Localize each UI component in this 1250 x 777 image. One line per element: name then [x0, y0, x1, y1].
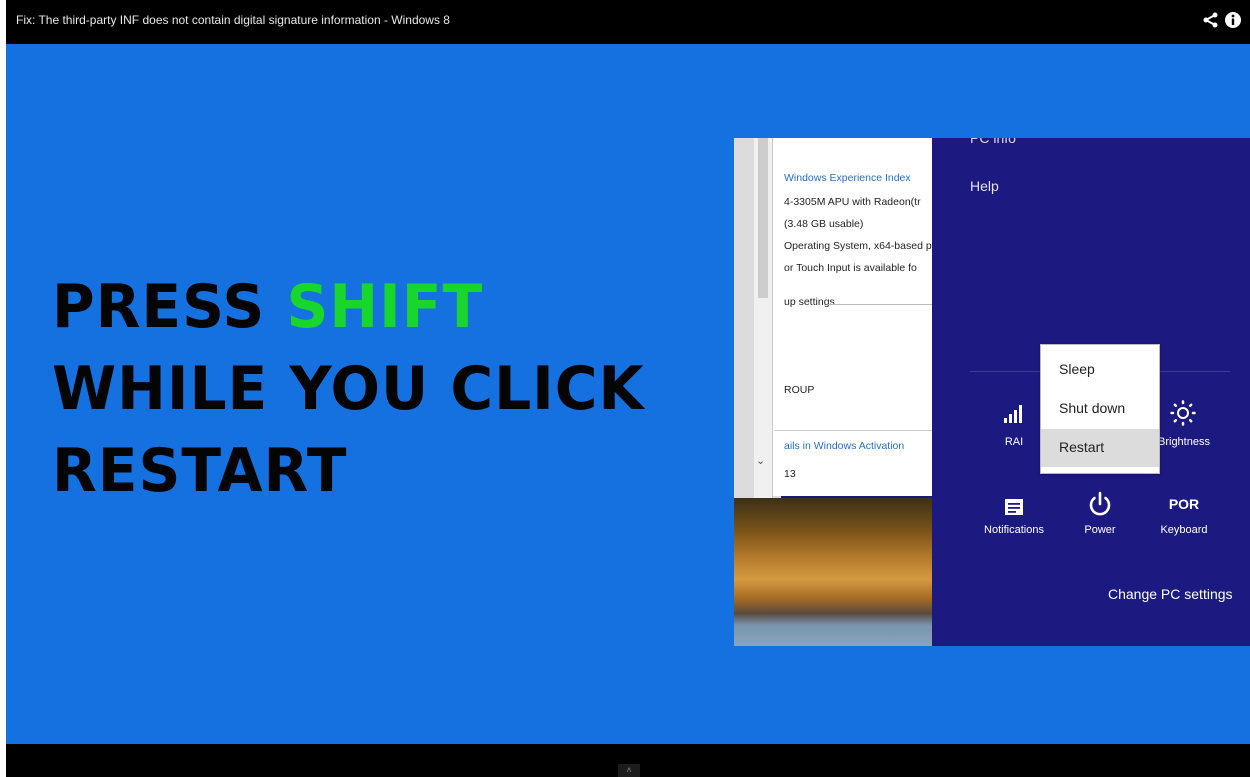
pc-info-link[interactable]: PC info: [970, 138, 1016, 146]
video-player: Fix: The third-party INF does not contai…: [6, 0, 1250, 777]
power-icon[interactable]: [1087, 490, 1113, 518]
pen-touch-value: or Touch Input is available fo: [784, 262, 917, 274]
sleep-menu-item[interactable]: Sleep: [1041, 351, 1159, 389]
keyboard-label: Keyboard: [1160, 524, 1208, 536]
help-link[interactable]: Help: [970, 178, 999, 194]
windows-screenshot: ⌄ Windows Experience Index 4-3305M APU w…: [734, 138, 1250, 646]
scrollbar-thumb[interactable]: [758, 138, 768, 298]
signal-icon[interactable]: [1002, 402, 1026, 424]
network-label: RAI: [1004, 436, 1024, 448]
headline-shift: SHIFT: [286, 272, 484, 342]
video-title[interactable]: Fix: The third-party INF does not contai…: [16, 13, 450, 27]
product-id-value: 13: [784, 468, 796, 480]
group-divider: [828, 304, 932, 305]
change-pc-settings-link[interactable]: Change PC settings: [1108, 586, 1233, 602]
title-bar: Fix: The third-party INF does not contai…: [6, 0, 1250, 44]
headline-line-1: PRESS SHIFT: [52, 272, 483, 342]
power-menu: Sleep Shut down Restart: [1040, 344, 1160, 474]
restart-menu-item[interactable]: Restart: [1041, 429, 1159, 467]
info-icon[interactable]: [1224, 11, 1242, 29]
power-label: Power: [1084, 524, 1116, 536]
keyboard-icon[interactable]: POR: [1164, 496, 1204, 512]
scroll-down-arrow-icon[interactable]: ⌄: [756, 454, 765, 467]
shut-down-menu-item[interactable]: Shut down: [1041, 390, 1159, 428]
brightness-label: Brightness: [1158, 436, 1210, 448]
settings-group-label: up settings: [784, 296, 835, 308]
workgroup-value: ROUP: [784, 384, 815, 396]
notifications-icon[interactable]: [1004, 498, 1024, 516]
headline-line-2: WHILE YOU CLICK: [52, 354, 645, 424]
share-icon[interactable]: [1202, 11, 1220, 29]
video-frame[interactable]: PRESS SHIFT WHILE YOU CLICK RESTART ⌄ Wi…: [6, 44, 1250, 744]
group-divider-2: [774, 430, 932, 431]
expand-controls-button[interactable]: ˄: [618, 764, 640, 777]
processor-value: 4-3305M APU with Radeon(tr: [784, 196, 921, 208]
activation-link[interactable]: ails in Windows Activation: [784, 440, 904, 452]
experience-index-link[interactable]: Windows Experience Index: [784, 172, 911, 184]
headline-press: PRESS: [52, 272, 287, 342]
memory-value: (3.48 GB usable): [784, 218, 864, 230]
desktop-wallpaper: [734, 498, 932, 646]
player-controls-bar: ˄: [6, 744, 1250, 777]
notifications-label: Notifications: [984, 524, 1044, 536]
system-type-value: Operating System, x64-based p: [784, 240, 932, 252]
headline-line-3: RESTART: [52, 436, 348, 506]
brightness-icon[interactable]: [1170, 400, 1196, 426]
